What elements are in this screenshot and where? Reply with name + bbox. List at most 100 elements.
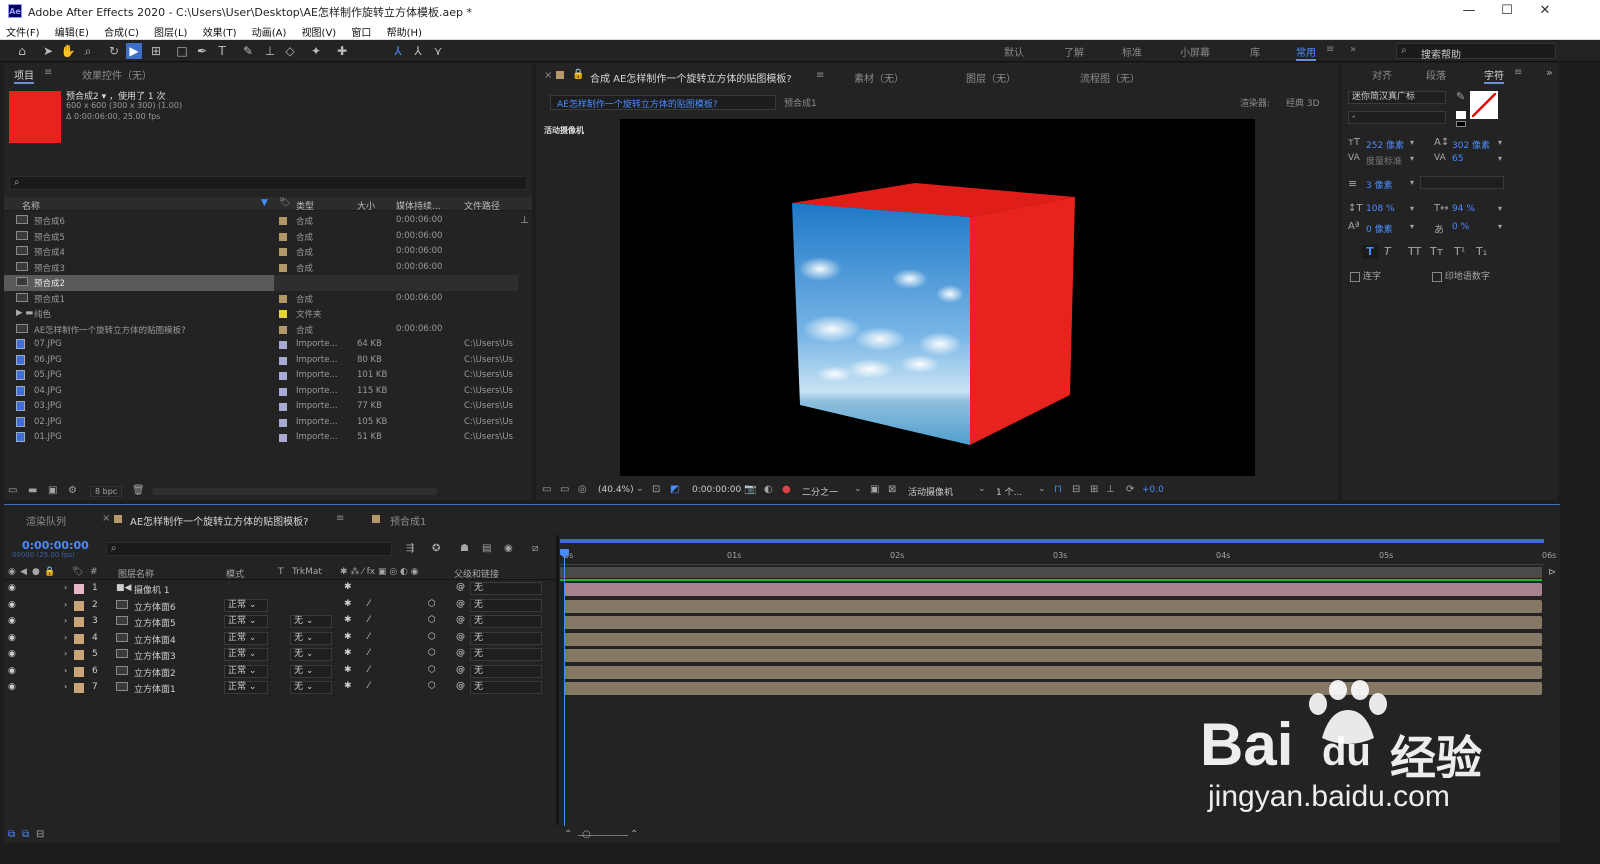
label-swatch[interactable] [279,232,287,241]
project-item[interactable]: 预合成2合成0:00:06:00 [4,275,518,291]
eye-icon[interactable]: ◉ [8,666,16,676]
3d-layer-icon[interactable]: ⬡ [428,665,436,675]
sort-arrow-icon[interactable]: ▼ [261,198,268,208]
zoom-in-icon[interactable]: ⌃ [630,829,638,840]
expand-arrow-icon[interactable]: › [64,600,67,609]
layer-row[interactable]: ◉ › 4 立方体面4 ✱ 正常 ⌄ ⁄ ⬡ 无 ⌄ @ 无 [4,631,556,648]
layer-row[interactable]: ◉ › 2 立方体面6 ✱ 正常 ⌄ ⁄ ⬡ @ 无 [4,598,556,615]
tsume-value[interactable]: 0 % [1452,222,1469,232]
hand-tool-icon[interactable]: ✋ [60,43,76,59]
project-search-input[interactable]: ⌕ [9,176,527,190]
chevron-down-icon[interactable]: ▾ [1498,154,1502,163]
always-preview-icon[interactable]: ▭ [542,484,551,495]
pickwhip-icon[interactable]: @ [456,632,465,642]
black-swatch[interactable] [1456,121,1466,127]
expand-arrow-icon[interactable]: › [64,682,67,691]
camera-tool-icon[interactable]: ▶ [126,43,142,59]
breadcrumb-precomp[interactable]: 预合成1 [784,96,817,109]
interpret-footage-icon[interactable]: ▭ [8,485,17,496]
chevron-down-icon[interactable]: ▾ [1498,222,1502,231]
project-item[interactable]: 05.JPG Importe... 101 KB C:\Users\Us [4,368,518,384]
project-settings-icon[interactable]: ⚙ [68,485,77,496]
toggle-transparency-grid-icon[interactable]: ⊠ [888,484,896,495]
shy-switch-icon[interactable]: ✱ [344,599,352,609]
flowchart-icon[interactable]: ⊥ [520,215,529,226]
label-swatch[interactable] [279,356,287,365]
monitor-icon[interactable]: ▭ [560,484,569,495]
eye-icon[interactable]: ◉ [8,616,16,626]
eye-icon[interactable]: ◉ [8,682,16,692]
chevron-down-icon[interactable]: ▾ [1410,222,1414,231]
draft-3d-icon[interactable]: ✪ [432,543,440,554]
expand-arrow-icon[interactable]: › [64,583,67,592]
pickwhip-icon[interactable]: @ [456,582,465,592]
project-item[interactable]: 07.JPG Importe... 64 KB C:\Users\Us [4,337,518,353]
project-item[interactable]: 04.JPG Importe... 115 KB C:\Users\Us [4,384,518,400]
solo-icon[interactable]: ● [32,567,40,577]
tab-layer[interactable]: 图层（无） [966,70,1016,85]
blend-mode-select[interactable]: 正常 ⌄ [224,631,268,645]
project-item[interactable]: AE怎样制作一个旋转立方体的贴图模板? 合成 0:00:06:00 [4,322,518,338]
exposure-value[interactable]: +0.0 [1142,485,1164,495]
tab-character[interactable]: 字符 [1484,67,1504,84]
breadcrumb-active-comp[interactable]: AE怎样制作一个旋转立方体的贴图模板? [557,97,718,110]
eye-icon[interactable]: ◉ [8,600,16,610]
track-matte-select[interactable]: 无 ⌄ [290,681,332,694]
track-matte-select[interactable]: 无 ⌄ [290,664,332,678]
comp-flowchart-icon[interactable]: ⊞ [1090,484,1098,495]
fill-color-swatch[interactable] [1470,91,1498,119]
quality-switch-icon[interactable]: ⁄ [368,648,370,658]
column-parent[interactable]: 父级和链接 [454,567,499,580]
layer-row[interactable]: ◉ › 3 立方体面5 ✱ 正常 ⌄ ⁄ ⬡ 无 ⌄ @ 无 [4,614,556,631]
shy-switch-icon[interactable]: ✱ [344,615,352,625]
playhead[interactable] [564,551,565,826]
chevron-down-icon[interactable]: ⌄ [854,484,862,494]
column-path[interactable]: 文件路径 [464,199,500,212]
quality-switch-icon[interactable]: ⁄ [368,665,370,675]
zoom-select[interactable]: (40.4%) [598,485,634,495]
leading-value[interactable]: 302 像素 [1452,138,1490,151]
label-swatch[interactable] [74,617,84,627]
workspace-common[interactable]: 常用 [1296,44,1316,61]
label-swatch[interactable] [279,372,287,380]
layer-row[interactable]: ◉ › 6 立方体面2 ✱ 正常 ⌄ ⁄ ⬡ 无 ⌄ @ 无 [4,664,556,681]
home-icon[interactable]: ⌂ [14,43,30,59]
menu-effect[interactable]: 效果(T) [197,22,243,39]
tab-render-queue[interactable]: 渲染队列 [26,513,66,528]
label-icon[interactable]: 🏷 [279,198,290,208]
project-item[interactable]: 03.JPG Importe... 77 KB C:\Users\Us [4,399,518,415]
label-swatch[interactable] [74,633,84,644]
layer-duration-bar[interactable] [564,649,1542,662]
work-area-bar[interactable] [560,539,1544,543]
zoom-tool-icon[interactable]: ⌕ [80,43,96,59]
3d-layer-icon[interactable]: ⬡ [428,615,436,625]
menu-composition[interactable]: 合成(C) [98,22,145,39]
time-ruler[interactable]: 0s 01s 02s 03s 04s 05s 06s [560,545,1556,565]
panel-divider[interactable] [556,535,559,825]
tab-effect-controls[interactable]: 效果控件（无） [82,67,152,82]
quality-switch-icon[interactable]: ⁄ [368,681,370,691]
chevron-down-icon[interactable]: ▾ [1498,204,1502,213]
pickwhip-icon[interactable]: @ [456,665,465,675]
region-of-interest-icon[interactable]: ▣ [870,484,879,495]
layer-duration-bar[interactable] [564,583,1542,596]
ligature-checkbox[interactable] [1350,271,1360,282]
project-item[interactable]: 06.JPG Importe... 80 KB C:\Users\Us [4,353,518,369]
comp-marker-icon[interactable]: ⊳ [1548,567,1556,578]
font-style-select[interactable]: - [1348,111,1446,124]
parent-select[interactable]: 无 [470,648,542,661]
chevron-down-icon[interactable]: ⌄ [978,484,986,494]
label-swatch[interactable] [279,434,287,442]
selection-tool-icon[interactable]: ➤ [40,43,56,59]
grid-icon[interactable]: ⊡ [652,484,660,495]
search-help-input[interactable]: ⌕ 搜索帮助 [1396,43,1556,61]
superscript-button[interactable]: T¹ [1454,245,1465,258]
minimize-button[interactable]: — [1450,0,1488,22]
workspace-library[interactable]: 库 [1250,44,1260,59]
column-layer-name[interactable]: 图层名称 [118,567,154,580]
panel-menu-icon[interactable]: ≡ [816,70,824,81]
tab-main-comp[interactable]: AE怎样制作一个旋转立方体的贴图模板? [130,513,308,528]
parent-select[interactable]: 无 [470,598,542,612]
close-tab-icon[interactable]: × [544,70,552,81]
vertical-scale-value[interactable]: 108 % [1366,204,1395,214]
